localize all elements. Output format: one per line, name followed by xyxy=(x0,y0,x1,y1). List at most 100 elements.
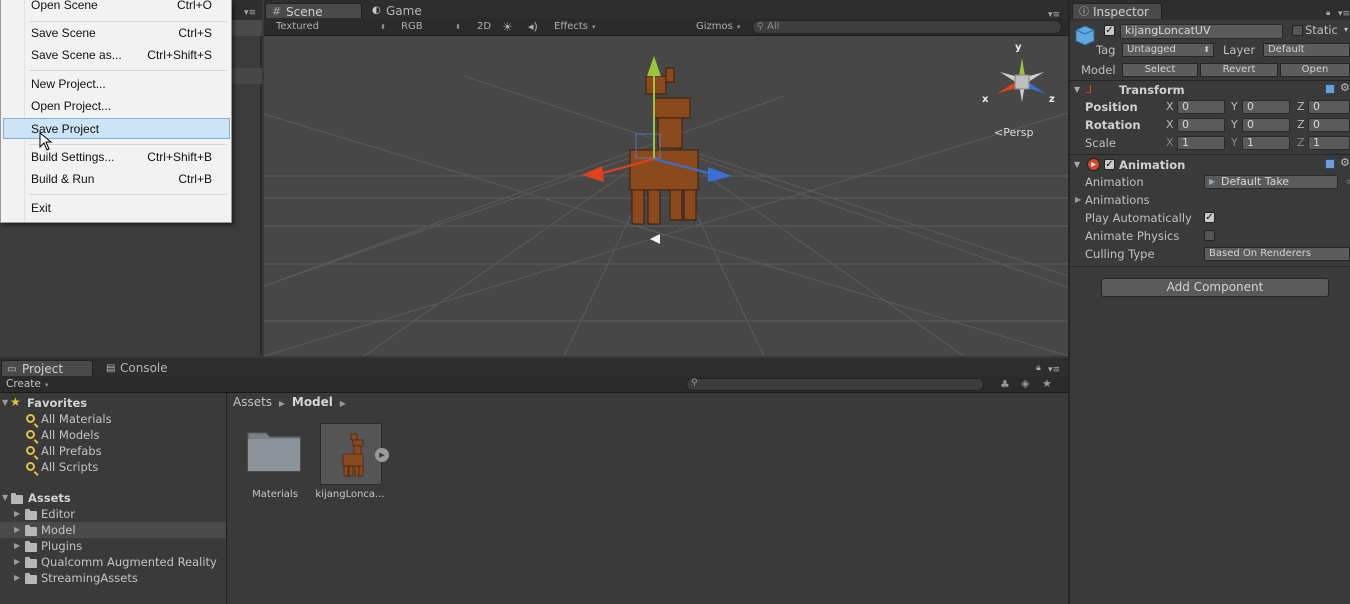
asset-item-kijang-model[interactable]: ▶ kijangLonca... xyxy=(315,423,394,505)
tab-console[interactable]: ▤ Console xyxy=(100,360,190,376)
position-z-input[interactable]: 0 xyxy=(1308,100,1350,114)
help-book-icon[interactable] xyxy=(1325,84,1335,94)
gear-icon[interactable]: ⚙ xyxy=(1340,156,1350,169)
search-icon xyxy=(26,462,35,471)
rotation-y-input[interactable]: 0 xyxy=(1242,118,1290,132)
projection-toggle[interactable]: <Persp xyxy=(994,126,1033,139)
scene-search-input[interactable]: ⚲ All xyxy=(752,20,1062,34)
gizmos-dropdown[interactable]: Gizmos ▾ xyxy=(696,20,740,34)
position-x-input[interactable]: 0 xyxy=(1177,100,1225,114)
projection-icon: < xyxy=(994,126,1004,139)
menu-item-open-project[interactable]: Open Project... xyxy=(3,96,230,117)
transform-foldout-icon[interactable]: ▼ xyxy=(1074,85,1080,94)
add-component-button[interactable]: Add Component xyxy=(1101,278,1329,297)
axis-label-z: Z xyxy=(1297,100,1305,113)
gizmo-axis-x: x xyxy=(982,94,989,105)
menu-item-build-and-run[interactable]: Build & Run Ctrl+B xyxy=(3,169,230,190)
play-automatically-checkbox[interactable]: ✓ xyxy=(1204,212,1215,223)
scene-viewport[interactable]: y x z <Persp xyxy=(264,36,1068,356)
rotation-x-input[interactable]: 0 xyxy=(1177,118,1225,132)
static-checkbox[interactable] xyxy=(1292,25,1303,36)
active-checkbox[interactable]: ✓ xyxy=(1104,25,1115,36)
model-open-button[interactable]: Open xyxy=(1280,63,1350,77)
folder-icon xyxy=(25,509,37,520)
gear-icon[interactable]: ⚙ xyxy=(1340,81,1350,94)
tab-project[interactable]: ▭ Project xyxy=(1,360,93,376)
info-icon: ⓘ xyxy=(1079,7,1089,18)
static-dropdown-arrow[interactable]: ▾ xyxy=(1344,25,1348,34)
folder-icon xyxy=(25,541,37,552)
scale-y-input[interactable]: 1 xyxy=(1242,136,1290,150)
effects-dropdown[interactable]: Effects ▾ xyxy=(554,20,596,34)
menu-item-build-settings[interactable]: Build Settings... Ctrl+Shift+B xyxy=(3,147,230,168)
rotation-z-input[interactable]: 0 xyxy=(1308,118,1350,132)
object-name-input[interactable]: kijangLoncatUV xyxy=(1120,24,1283,39)
animation-foldout-icon[interactable]: ▼ xyxy=(1074,160,1080,169)
lock-icon[interactable]: 🔒︎ xyxy=(1036,363,1041,373)
folder-model[interactable]: ▶ Model xyxy=(0,522,226,538)
hierarchy-menu-icon[interactable]: ▾≡ xyxy=(244,9,256,18)
position-y-input[interactable]: 0 xyxy=(1242,100,1290,114)
asset-browser: Assets ▶ Model ▶ Materials ▶ kijangLonca… xyxy=(228,393,1068,604)
project-search-input[interactable]: ⚲ xyxy=(686,378,984,391)
scale-x-input[interactable]: 1 xyxy=(1177,136,1225,150)
animate-physics-checkbox[interactable] xyxy=(1204,230,1215,241)
breadcrumb-model[interactable]: Model xyxy=(292,395,333,409)
filter-by-type-icon[interactable]: ♣ xyxy=(1000,378,1010,391)
menu-item-save-project[interactable]: Save Project xyxy=(3,118,230,139)
tab-game[interactable]: ◐ Game xyxy=(366,3,456,19)
expand-play-icon[interactable]: ▶ xyxy=(375,448,389,462)
object-picker-icon[interactable]: ◦ xyxy=(1345,175,1350,189)
animations-label[interactable]: Animations xyxy=(1085,193,1150,207)
layer-dropdown[interactable]: Default xyxy=(1263,43,1350,57)
breadcrumb-separator-icon: ▶ xyxy=(339,399,346,408)
axis-label-x: X xyxy=(1166,118,1174,131)
search-icon: ⚲ xyxy=(757,22,764,32)
shading-mode-dropdown[interactable]: Textured ⬍ xyxy=(276,20,388,34)
lock-icon[interactable]: 🔒︎ xyxy=(1326,8,1330,18)
culling-type-dropdown[interactable]: Based On Renderers xyxy=(1204,247,1350,261)
animate-physics-label: Animate Physics xyxy=(1085,229,1180,243)
animation-title: Animation xyxy=(1119,158,1186,172)
asset-item-materials[interactable]: Materials xyxy=(244,425,306,505)
menu-item-open-scene[interactable]: Open Scene Ctrl+O xyxy=(3,0,230,16)
folder-icon xyxy=(247,432,301,472)
search-icon xyxy=(26,414,35,423)
inspector-menu-icon[interactable]: ▾≡ xyxy=(1338,9,1350,19)
axis-label-y: Y xyxy=(1231,100,1238,113)
menu-item-save-scene[interactable]: Save Scene Ctrl+S xyxy=(3,23,230,44)
animation-clip-label: Animation xyxy=(1085,175,1144,189)
tab-scene[interactable]: # Scene xyxy=(265,3,362,19)
filter-by-label-icon[interactable]: ◈ xyxy=(1021,377,1029,390)
audio-toggle-icon[interactable]: ◂) xyxy=(528,20,538,34)
kijang-model[interactable] xyxy=(574,54,754,264)
axis-label-y: Y xyxy=(1231,136,1238,149)
menu-item-save-scene-as[interactable]: Save Scene as... Ctrl+Shift+S xyxy=(3,45,230,66)
breadcrumb-assets[interactable]: Assets xyxy=(233,395,272,409)
animation-clip-icon: ▶ xyxy=(1209,177,1216,186)
help-book-icon[interactable] xyxy=(1325,159,1335,169)
model-revert-button[interactable]: Revert xyxy=(1200,63,1278,77)
console-icon: ▤ xyxy=(106,363,116,374)
model-select-button[interactable]: Select xyxy=(1122,63,1198,77)
favorites-star-icon[interactable]: ★ xyxy=(1042,377,1052,390)
scale-z-input[interactable]: 1 xyxy=(1308,136,1350,150)
menu-item-new-project[interactable]: New Project... xyxy=(3,74,230,95)
menu-item-exit[interactable]: Exit xyxy=(3,198,230,219)
view-orientation-gizmo[interactable] xyxy=(982,42,1062,122)
search-icon xyxy=(26,446,35,455)
transform-icon: ⅃ xyxy=(1086,83,1093,96)
static-label: Static xyxy=(1305,23,1338,37)
tag-dropdown[interactable]: Untagged ⬍ xyxy=(1122,43,1214,57)
gizmo-axis-z: z xyxy=(1049,94,1055,105)
animation-clip-field[interactable]: ▶ Default Take xyxy=(1204,175,1338,189)
animation-enabled-checkbox[interactable]: ✓ xyxy=(1104,159,1115,170)
2d-toggle[interactable]: 2D xyxy=(477,20,491,34)
tab-inspector[interactable]: ⓘ Inspector xyxy=(1072,3,1162,19)
lighting-toggle-icon[interactable]: ☀ xyxy=(502,20,513,34)
create-dropdown[interactable]: Create ▾ xyxy=(6,378,48,390)
animations-foldout-icon[interactable]: ▶ xyxy=(1075,195,1081,204)
render-mode-dropdown[interactable]: RGB ⬍ xyxy=(401,20,463,34)
project-menu-icon[interactable]: ▾≡ xyxy=(1048,365,1060,375)
file-menu: Open Scene Ctrl+O Save Scene Ctrl+S Save S… xyxy=(0,0,232,223)
